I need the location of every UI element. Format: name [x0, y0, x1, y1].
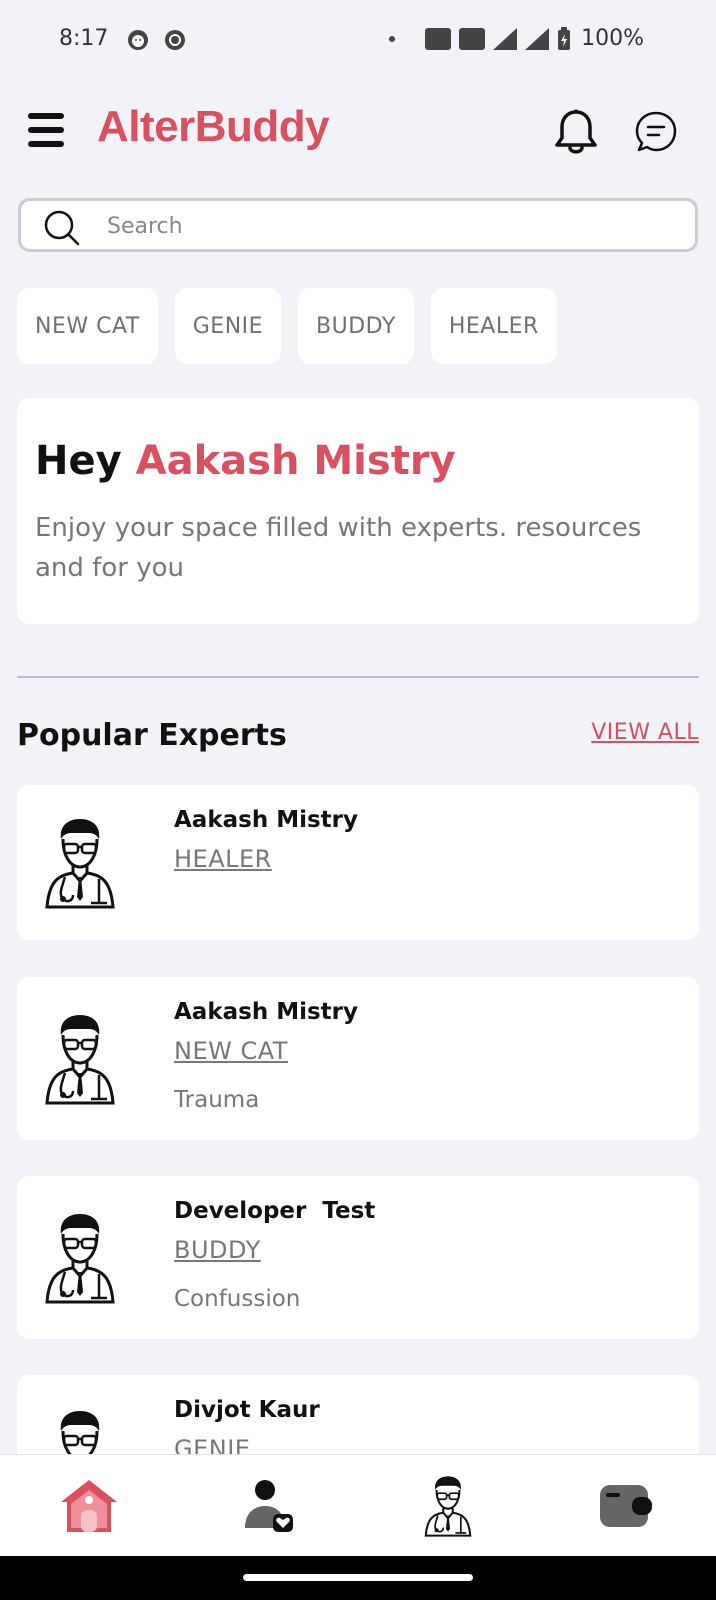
wallet-icon	[600, 1485, 652, 1527]
chip-healer[interactable]: HEALER	[430, 288, 557, 364]
expert-specialty: Trauma	[174, 1087, 260, 1113]
dot-icon	[389, 35, 396, 42]
expert-name: Aakash Mistry	[174, 999, 358, 1025]
expert-name: Divjot Kaur	[174, 1397, 320, 1423]
expert-name: Aakash Mistry	[174, 807, 358, 833]
expert-category-link[interactable]: HEALER	[174, 845, 272, 873]
face-notification-icon	[128, 30, 148, 50]
doctor-avatar-icon	[45, 1013, 115, 1105]
expert-specialty: Confussion	[174, 1286, 301, 1312]
app-logo: AlterBuddy	[97, 102, 330, 151]
nav-profile[interactable]	[214, 1455, 324, 1557]
expert-card[interactable]: Developer Test BUDDY Confussion	[17, 1176, 699, 1339]
view-all-link[interactable]: VIEW ALL	[591, 720, 699, 745]
expert-category-link[interactable]: NEW CAT	[174, 1037, 288, 1065]
status-time: 8:17	[59, 26, 109, 51]
chip-genie[interactable]: GENIE	[174, 288, 282, 364]
search-input[interactable]	[107, 209, 667, 243]
expert-card[interactable]: Aakash Mistry HEALER	[17, 785, 699, 940]
gesture-bar	[0, 1556, 716, 1600]
expert-card[interactable]: Divjot Kaur GENIE	[17, 1375, 699, 1454]
greeting-hey: Hey	[35, 438, 122, 484]
chip-buddy[interactable]: BUDDY	[298, 288, 414, 364]
battery-percent: 100%	[581, 26, 644, 51]
chip-new-cat[interactable]: NEW CAT	[17, 288, 158, 364]
section-title: Popular Experts	[17, 718, 287, 753]
volte-icon	[425, 27, 452, 50]
category-chips: NEW CAT GENIE BUDDY HEALER	[17, 288, 557, 364]
chat-bubble-icon[interactable]	[634, 110, 678, 154]
expert-card[interactable]: Aakash Mistry NEW CAT Trauma	[17, 977, 699, 1140]
battery-icon	[558, 26, 571, 50]
expert-category-link[interactable]: BUDDY	[174, 1236, 261, 1264]
bell-icon[interactable]	[553, 108, 599, 156]
doctor-avatar-icon	[45, 1212, 115, 1304]
doctor-avatar-icon	[45, 1409, 115, 1454]
status-icons: 100%	[389, 26, 644, 51]
greeting-subtitle: Enjoy your space filled with experts. re…	[35, 513, 642, 583]
nav-experts[interactable]	[393, 1455, 503, 1557]
greeting-title: Hey Aakash Mistry	[35, 438, 456, 484]
divider	[17, 676, 699, 678]
doctor-icon	[424, 1475, 472, 1537]
home-gesture-pill[interactable]	[243, 1574, 473, 1581]
expert-category-link[interactable]: GENIE	[174, 1435, 250, 1454]
search-icon	[44, 210, 80, 246]
profile-heart-icon	[245, 1480, 293, 1532]
expert-name: Developer Test	[174, 1198, 376, 1224]
home-icon	[61, 1480, 117, 1532]
greeting-card: Hey Aakash Mistry Enjoy your space fille…	[17, 398, 699, 624]
hamburger-icon[interactable]	[28, 113, 64, 147]
bottom-nav	[0, 1454, 716, 1556]
nav-home[interactable]	[34, 1455, 144, 1557]
greeting-user-name: Aakash Mistry	[135, 438, 456, 484]
doctor-avatar-icon	[45, 817, 115, 909]
signal-icon	[525, 27, 550, 50]
vonr-icon	[459, 27, 486, 50]
ring-notification-icon	[165, 30, 185, 50]
search-bar[interactable]	[18, 198, 698, 252]
status-bar: 8:17 100%	[0, 0, 716, 84]
nav-wallet[interactable]	[571, 1455, 681, 1557]
app-header: AlterBuddy	[0, 96, 716, 168]
signal-icon	[493, 27, 518, 50]
